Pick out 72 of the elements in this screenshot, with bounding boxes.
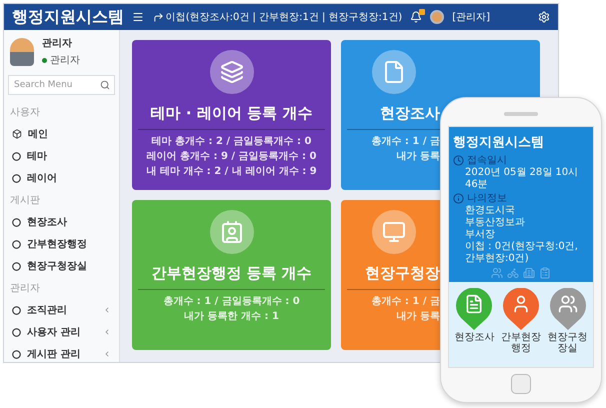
info-text: 이첩 : 0건(현장구청:0건, 간부현장:0건) [464, 241, 579, 265]
sidebar-item[interactable]: 게시판 관리 [8, 343, 115, 365]
settings-icon[interactable] [538, 11, 550, 23]
sidebar-item[interactable]: 테마 [8, 145, 115, 167]
contact-book-icon [210, 210, 254, 254]
sidebar-item[interactable]: 사용자 관리 [8, 321, 115, 343]
pin-label: 현장조사 [454, 332, 494, 343]
pin-label: 간부현장행정 [500, 332, 542, 354]
layers-icon [210, 50, 254, 94]
avatar-icon [10, 38, 34, 66]
card-title: 현장구청장 [365, 264, 440, 283]
circle-icon [12, 350, 21, 358]
access-time: 2020년 05월 28일 10시 46분 [464, 167, 580, 191]
card-stat: 내가 등록 [396, 150, 440, 164]
app-title: 행정지원시스템 [12, 6, 124, 28]
circle-icon [12, 328, 21, 336]
info-label: 나의정보 [467, 192, 507, 205]
profile-name: 관리자 [42, 37, 73, 50]
sidebar-item[interactable]: 현장조사 [8, 211, 115, 233]
card-stat: 레이어 총개수 : 9 / 금일등록개수 : 0 [146, 150, 316, 164]
circle-icon [12, 174, 21, 182]
sidebar-item[interactable]: 메인 [8, 123, 115, 145]
card-title: 간부현장행정 등록 개수 [151, 264, 312, 283]
sidebar-item[interactable]: 간부현장행정 [8, 233, 115, 255]
circle-icon [12, 306, 21, 314]
clock-icon [453, 154, 464, 166]
menu-pin[interactable] [550, 288, 586, 330]
document-icon [468, 296, 481, 312]
sidebar-item[interactable]: 레이어 [8, 167, 115, 189]
person-icon [515, 296, 527, 312]
monitor-icon [372, 210, 416, 254]
section-title: 관리자 [9, 282, 41, 296]
speaker-icon [504, 112, 538, 116]
card-stat: 내가 등록한 개수 : 1 [184, 310, 279, 324]
section-title: 게시판 [9, 194, 41, 208]
phone-title: 행정지원시스템 [453, 134, 545, 151]
card-stat: 내가 등록 [396, 310, 440, 324]
sidebar-item[interactable]: 조직관리 [8, 299, 115, 321]
search-icon[interactable] [100, 80, 110, 90]
info-text: 부서장 [464, 229, 496, 241]
circle-icon [12, 152, 21, 160]
card-title: 현장조사 [380, 104, 440, 123]
sidebar-item[interactable]: 현장구청장실 [8, 255, 115, 277]
cube-icon [12, 129, 22, 139]
card-stat: 총개수 : 1 / 금일등록개수 : 0 [163, 295, 300, 309]
menu-pin[interactable] [456, 288, 492, 330]
bell-icon[interactable] [410, 11, 422, 23]
info-text: 부동산정보과 [464, 217, 526, 229]
info-text: 환경도시국 [464, 205, 516, 217]
circle-icon [12, 240, 21, 248]
avatar-icon [430, 10, 444, 24]
access-label: 접속일시 [467, 154, 507, 167]
card-stat: 총개수 : 1 / 금 [371, 135, 440, 149]
profile-role: 관리자 [50, 54, 80, 67]
share-arrow-icon [152, 12, 164, 22]
circle-icon [12, 218, 21, 226]
user-name[interactable]: [관리자] [452, 10, 490, 24]
status-dot-icon [42, 58, 47, 62]
people-icon [559, 296, 576, 312]
menu-pin[interactable] [502, 288, 539, 330]
search-field[interactable]: Search Menu [8, 75, 115, 95]
document-icon [372, 50, 416, 94]
card-stat: 총개수 : 1 / 금 [371, 295, 440, 309]
pin-label: 현장구청장실 [546, 332, 589, 354]
circle-icon [12, 262, 21, 270]
section-title: 사용자 [9, 106, 41, 120]
menu-icon[interactable] [132, 11, 144, 23]
card-stat: 내 테마 개수 : 2 / 내 레이어 개수 : 9 [146, 165, 317, 179]
transfer-notice[interactable]: 이첩(현장조사:0건 | 간부현장:1건 | 현장구청장:1건) [166, 10, 402, 24]
card-title: 테마 · 레이어 등록 개수 [150, 104, 312, 123]
card-stat: 테마 총개수 : 2 / 금일등록개수 : 0 [152, 135, 312, 149]
info-icon [453, 192, 464, 204]
